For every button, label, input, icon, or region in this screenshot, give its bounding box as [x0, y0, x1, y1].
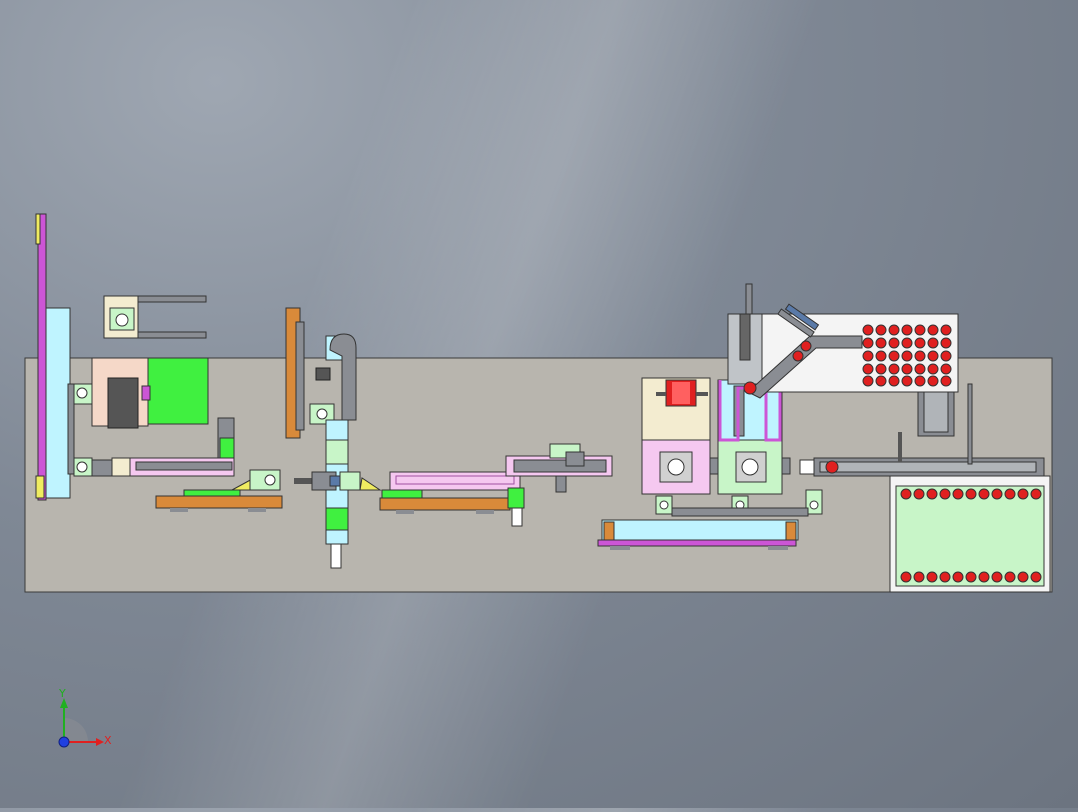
output-bin	[889, 475, 1051, 593]
left-top-gripper	[103, 295, 207, 339]
y-axis-label: Y	[58, 687, 66, 700]
z-axis-icon	[58, 736, 70, 748]
coil-base-conveyor	[597, 519, 799, 550]
x-arrow-icon	[96, 738, 104, 746]
left-motor-block	[73, 357, 209, 429]
left-vertical-frame	[35, 213, 75, 501]
coordinate-triad[interactable]: X Y	[58, 687, 112, 748]
x-axis-label: X	[104, 734, 112, 747]
assembly-drawing: X Y	[24, 213, 1053, 748]
cad-viewport[interactable]: X Y	[0, 0, 1078, 808]
